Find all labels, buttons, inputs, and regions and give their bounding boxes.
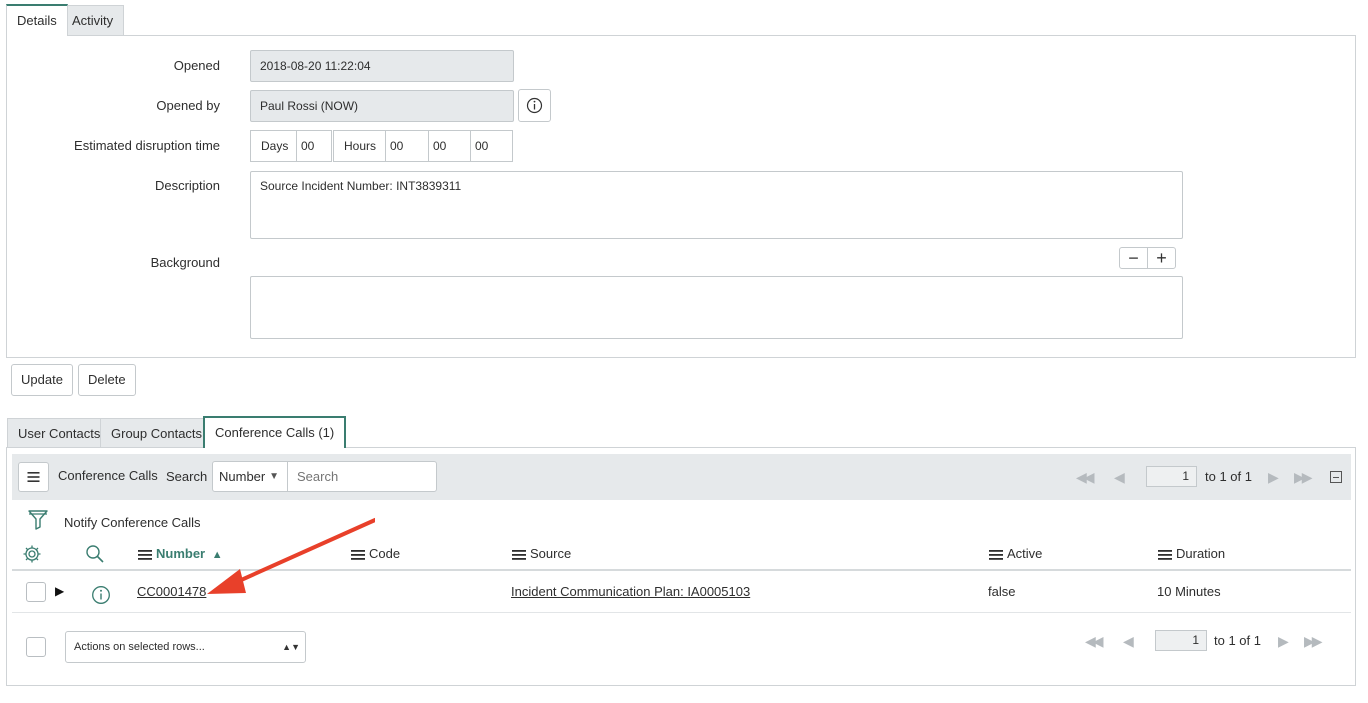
days-input[interactable]: 00 (296, 130, 332, 162)
info-icon (526, 97, 543, 114)
row-expand-icon[interactable]: ▶ (55, 584, 64, 598)
delete-button[interactable]: Delete (78, 364, 136, 396)
row-number-link[interactable]: CC0001478 (137, 584, 206, 599)
tab-activity[interactable]: Activity (61, 5, 125, 36)
bottom-prev-page-icon[interactable]: ◀ (1123, 633, 1134, 650)
column-header-label: Duration (1176, 546, 1226, 561)
bottom-page-range-text: to 1 of 1 (1214, 633, 1261, 648)
filter-icon[interactable] (27, 508, 49, 532)
minutes-input[interactable]: 00 (428, 130, 471, 162)
bottom-last-page-icon[interactable]: ▶▶ (1304, 633, 1322, 650)
search-icon[interactable] (85, 544, 105, 564)
opened-label: Opened (173, 58, 220, 73)
column-menu-icon[interactable] (1158, 549, 1172, 561)
hamburger-icon (27, 472, 40, 482)
prev-page-icon[interactable]: ◀ (1114, 469, 1125, 486)
hours-input[interactable]: 00 (385, 130, 429, 162)
tab-user-contacts[interactable]: User Contacts (7, 418, 112, 448)
last-page-icon[interactable]: ▶▶ (1294, 469, 1312, 486)
column-menu-icon[interactable] (989, 549, 1003, 561)
row-source-link[interactable]: Incident Communication Plan: IA0005103 (511, 584, 750, 599)
row-duration-cell: 10 Minutes (1157, 584, 1221, 599)
opened-by-info-button[interactable] (518, 89, 551, 122)
filter-breadcrumb[interactable]: Notify Conference Calls (64, 515, 201, 530)
background-textarea[interactable] (250, 276, 1183, 339)
row-checkbox[interactable] (26, 582, 46, 602)
tab-conference-calls[interactable]: Conference Calls (1) (203, 416, 347, 448)
column-menu-icon[interactable] (512, 549, 526, 561)
list-title: Conference Calls (58, 468, 158, 483)
column-header-label: Number (156, 546, 206, 561)
search-input[interactable] (287, 461, 437, 492)
column-menu-icon[interactable] (138, 549, 152, 561)
column-header-source[interactable]: Source (512, 546, 571, 561)
row-active-cell: false (988, 584, 1016, 599)
description-textarea[interactable]: Source Incident Number: INT3839311 (250, 171, 1183, 239)
opened-by-label: Opened by (156, 98, 220, 113)
gear-icon[interactable] (22, 544, 42, 564)
first-page-icon[interactable]: ◀◀ (1076, 469, 1094, 486)
search-field-value: Number (219, 469, 266, 484)
disruption-label: Estimated disruption time (74, 138, 220, 153)
annotation-arrow-icon (207, 518, 375, 594)
background-label: Background (150, 255, 220, 270)
select-arrows-icon: ▲▼ (282, 642, 300, 652)
bottom-page-number-input[interactable]: 1 (1155, 630, 1207, 651)
column-header-label: Active (1007, 546, 1043, 561)
column-header-duration[interactable]: Duration (1158, 546, 1225, 561)
column-header-label: Source (530, 546, 572, 561)
page-range-text: to 1 of 1 (1205, 469, 1252, 484)
days-label-cell: Days (250, 130, 297, 162)
bottom-next-page-icon[interactable]: ▶ (1278, 633, 1289, 650)
actions-select[interactable]: Actions on selected rows... ▲▼ (65, 631, 306, 663)
description-label: Description (154, 178, 220, 193)
row-info-icon[interactable] (91, 585, 111, 605)
select-all-checkbox[interactable] (26, 637, 46, 657)
dropdown-caret-icon: ▼ (269, 471, 279, 482)
column-header-active[interactable]: Active (989, 546, 1042, 561)
expand-button[interactable]: + (1147, 247, 1176, 269)
actions-select-value: Actions on selected rows... (74, 641, 205, 653)
page-number-input[interactable]: 1 (1146, 466, 1197, 487)
opened-by-field[interactable]: Paul Rossi (NOW) (250, 90, 514, 122)
seconds-input[interactable]: 00 (470, 130, 513, 162)
tab-group-contacts[interactable]: Group Contacts (100, 418, 214, 448)
list-menu-button[interactable] (18, 462, 49, 492)
next-page-icon[interactable]: ▶ (1268, 469, 1279, 486)
opened-field[interactable]: 2018-08-20 11:22:04 (250, 50, 514, 82)
update-button[interactable]: Update (11, 364, 73, 396)
collapse-list-icon[interactable] (1330, 471, 1342, 483)
collapse-button[interactable]: − (1119, 247, 1148, 269)
bottom-first-page-icon[interactable]: ◀◀ (1085, 633, 1103, 650)
search-label: Search (166, 469, 208, 484)
search-field-select[interactable]: Number ▼ (212, 461, 288, 492)
hours-label-cell: Hours (333, 130, 386, 162)
tab-details[interactable]: Details (6, 4, 68, 36)
